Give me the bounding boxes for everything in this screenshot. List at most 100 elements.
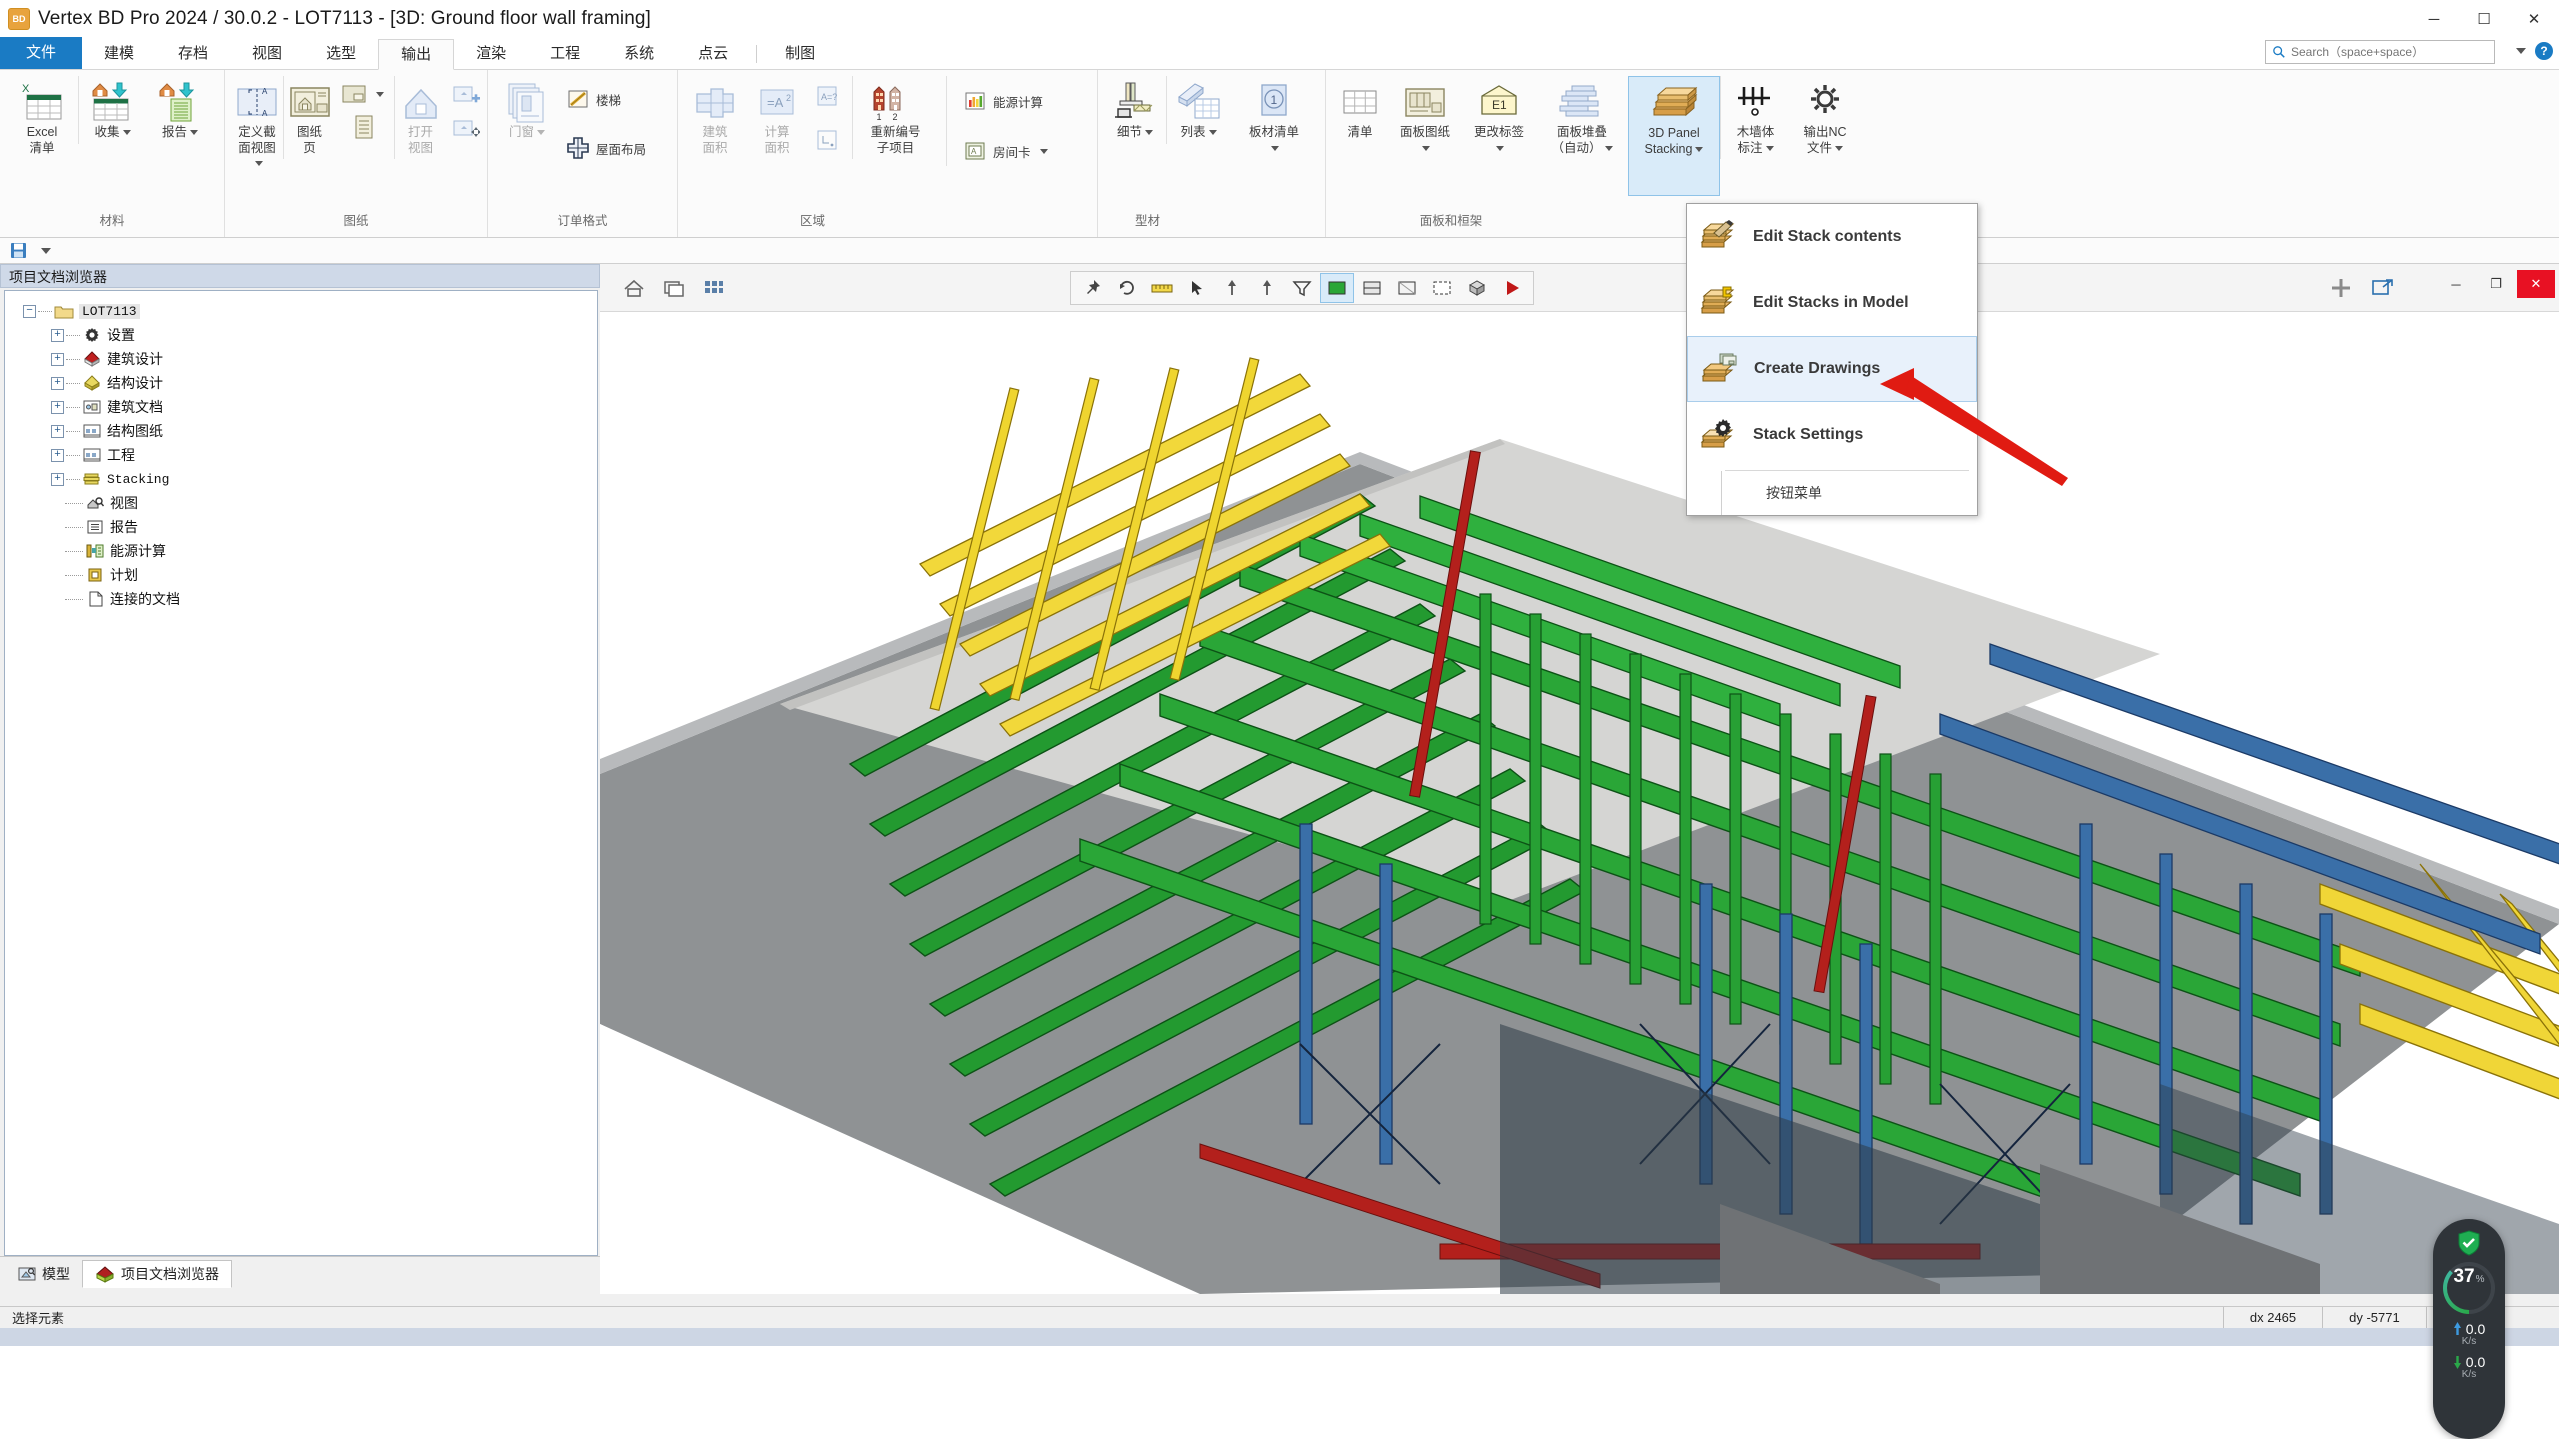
expand-toggle[interactable]: + bbox=[51, 328, 64, 342]
expand-toggle[interactable]: + bbox=[51, 448, 64, 462]
pin-icon[interactable] bbox=[1075, 273, 1109, 303]
chevron-down-icon[interactable] bbox=[190, 130, 198, 136]
3d-model-canvas[interactable] bbox=[600, 264, 2559, 1294]
sidebar-tab-model[interactable]: 模型 bbox=[6, 1260, 82, 1288]
chevron-down-icon[interactable] bbox=[2516, 48, 2526, 54]
ribbon-button-list[interactable]: 列表 bbox=[1166, 76, 1230, 144]
cube-icon[interactable] bbox=[1460, 273, 1494, 303]
viewport-toolbar[interactable] bbox=[1070, 271, 1534, 305]
rotate-icon[interactable] bbox=[1110, 273, 1144, 303]
search-box[interactable] bbox=[2265, 40, 2495, 64]
tab-pointcloud[interactable]: 点云 bbox=[676, 39, 750, 69]
tree-item-energy[interactable]: 能源计算 bbox=[9, 539, 593, 563]
menu-item-stack-settings[interactable]: Stack Settings bbox=[1687, 402, 1977, 468]
ribbon-button-area-query[interactable]: A=? bbox=[808, 80, 846, 112]
chevron-down-icon[interactable] bbox=[537, 130, 545, 136]
network-monitor-widget[interactable]: 37 % 0.0 K/s 0.0 K/s bbox=[2433, 1219, 2505, 1439]
ribbon-button-collect[interactable]: 收集 bbox=[78, 76, 146, 144]
save-icon[interactable] bbox=[10, 242, 27, 259]
ribbon-button-wood-wall-dim[interactable]: 木墙体 标注 bbox=[1720, 76, 1790, 160]
project-document-tree[interactable]: − LOT7113 + 设置 + 建筑设计 + 结构设计 + 建筑文档 + 结构… bbox=[4, 290, 598, 1256]
expand-toggle[interactable]: + bbox=[51, 400, 64, 414]
shade-wire-icon[interactable] bbox=[1390, 273, 1424, 303]
ribbon-button-renumber-subproject[interactable]: 1 2 重新编号 子项目 bbox=[852, 76, 938, 160]
move-window-icon[interactable] bbox=[2325, 274, 2357, 302]
expand-toggle[interactable]: + bbox=[51, 424, 64, 438]
tab-output[interactable]: 输出 bbox=[378, 39, 455, 70]
chevron-down-icon[interactable] bbox=[1835, 145, 1843, 151]
chevron-down-icon[interactable] bbox=[1039, 148, 1048, 154]
tab-render[interactable]: 渲染 bbox=[454, 39, 528, 69]
arrow-up-left-icon[interactable] bbox=[1215, 273, 1249, 303]
viewport-minimize-button[interactable]: ─ bbox=[2437, 270, 2475, 298]
sidebar-tab-project-browser[interactable]: 项目文档浏览器 bbox=[82, 1260, 232, 1288]
chevron-down-icon[interactable] bbox=[376, 91, 384, 97]
tab-engineering[interactable]: 工程 bbox=[528, 39, 602, 69]
chevron-down-icon[interactable] bbox=[1145, 130, 1153, 136]
shade-outline-icon[interactable] bbox=[1355, 273, 1389, 303]
close-button[interactable]: ✕ bbox=[2509, 0, 2559, 38]
shade-solid-icon[interactable] bbox=[1320, 273, 1354, 303]
minimize-button[interactable]: ─ bbox=[2409, 0, 2459, 38]
arrow-up-right-icon[interactable] bbox=[1250, 273, 1284, 303]
tree-item-struct-design[interactable]: + 结构设计 bbox=[9, 371, 593, 395]
ribbon-button-detail[interactable]: 细节 bbox=[1104, 76, 1166, 144]
ribbon-button-open-view[interactable]: 打开 视图 bbox=[394, 76, 446, 160]
chevron-down-icon[interactable] bbox=[1271, 145, 1280, 151]
ribbon-button-layout[interactable] bbox=[335, 80, 390, 108]
chevron-down-icon[interactable] bbox=[1695, 146, 1704, 152]
popout-window-icon[interactable] bbox=[2367, 274, 2399, 302]
tree-item-arch-doc[interactable]: + 建筑文档 bbox=[9, 395, 593, 419]
ribbon-button-change-label[interactable]: E1 更改标签 bbox=[1462, 76, 1536, 159]
tree-item-linked-doc[interactable]: 连接的文档 bbox=[9, 587, 593, 611]
chevron-down-icon[interactable] bbox=[1496, 145, 1505, 151]
home-view-icon[interactable] bbox=[618, 274, 650, 302]
tree-item-view[interactable]: 视图 bbox=[9, 491, 593, 515]
menu-item-create-drawings[interactable]: Create Drawings bbox=[1687, 336, 1977, 402]
tab-system[interactable]: 系统 bbox=[602, 39, 676, 69]
ribbon-button-move-view[interactable] bbox=[446, 114, 486, 146]
ribbon-button-export-nc[interactable]: 输出NC 文件 bbox=[1790, 76, 1860, 159]
tab-file[interactable]: 文件 bbox=[0, 37, 83, 69]
ribbon-button-panel-drawing[interactable]: 面板图纸 bbox=[1388, 76, 1462, 159]
viewport-restore-button[interactable]: ❐ bbox=[2477, 270, 2515, 298]
chevron-down-icon[interactable] bbox=[1422, 145, 1431, 151]
tree-item-stacking[interactable]: + Stacking bbox=[9, 467, 593, 491]
help-icon[interactable]: ? bbox=[2535, 42, 2553, 60]
chevron-down-icon[interactable] bbox=[1765, 145, 1774, 151]
tree-item-arch-design[interactable]: + 建筑设计 bbox=[9, 347, 593, 371]
ribbon-button-panel-list[interactable]: 1 板材清单 bbox=[1230, 76, 1318, 159]
ribbon-button-roof-layout[interactable]: 屋面布局 bbox=[560, 132, 652, 164]
ribbon-button-door-window[interactable]: 门窗 bbox=[494, 76, 560, 144]
chevron-down-icon[interactable] bbox=[254, 161, 263, 167]
tree-item-settings[interactable]: + 设置 bbox=[9, 323, 593, 347]
tab-modeling[interactable]: 建模 bbox=[82, 39, 156, 69]
ribbon-button-energy-calc[interactable]: 能源计算 bbox=[957, 86, 1054, 116]
ribbon-button-drawing-page[interactable]: 图纸 页 bbox=[283, 76, 335, 160]
maximize-button[interactable]: ☐ bbox=[2459, 0, 2509, 38]
tree-item-report[interactable]: 报告 bbox=[9, 515, 593, 539]
ribbon-button-stairs[interactable]: 楼梯 bbox=[560, 84, 652, 114]
ribbon-button-add-view[interactable] bbox=[446, 80, 486, 112]
ribbon-button-building-area[interactable]: 建筑 面积 bbox=[684, 76, 746, 159]
chevron-down-icon[interactable] bbox=[1208, 130, 1217, 136]
menu-item-edit-stack-contents[interactable]: Edit Stack contents bbox=[1687, 204, 1977, 270]
ruler-icon[interactable] bbox=[1145, 273, 1179, 303]
ribbon-button-report[interactable]: 报告 bbox=[146, 76, 214, 144]
ribbon-button-calc-area[interactable]: =A 2 计算 面积 bbox=[746, 76, 808, 159]
tab-archive[interactable]: 存档 bbox=[156, 39, 230, 69]
tab-view[interactable]: 视图 bbox=[230, 39, 304, 69]
tree-item-engineering[interactable]: + 工程 bbox=[9, 443, 593, 467]
ribbon-button-excel-list[interactable]: X Excel 清单 bbox=[6, 76, 78, 159]
tab-drafting[interactable]: 制图 bbox=[763, 39, 837, 69]
cursor-icon[interactable] bbox=[1180, 273, 1214, 303]
expand-toggle[interactable]: + bbox=[51, 352, 64, 366]
grid-icon[interactable] bbox=[698, 274, 730, 302]
shade-hidden-icon[interactable] bbox=[1425, 273, 1459, 303]
expand-toggle[interactable]: + bbox=[51, 376, 64, 390]
3d-viewport[interactable]: ─ ❐ ✕ bbox=[600, 264, 2559, 1294]
ribbon-button-room-card[interactable]: A 房间卡 bbox=[957, 136, 1054, 166]
ribbon-button-panel-stack-auto[interactable]: 面板堆叠 （自动） bbox=[1536, 76, 1628, 159]
ribbon-button-bom[interactable]: 清单 bbox=[1332, 76, 1388, 144]
play-icon[interactable] bbox=[1495, 273, 1529, 303]
